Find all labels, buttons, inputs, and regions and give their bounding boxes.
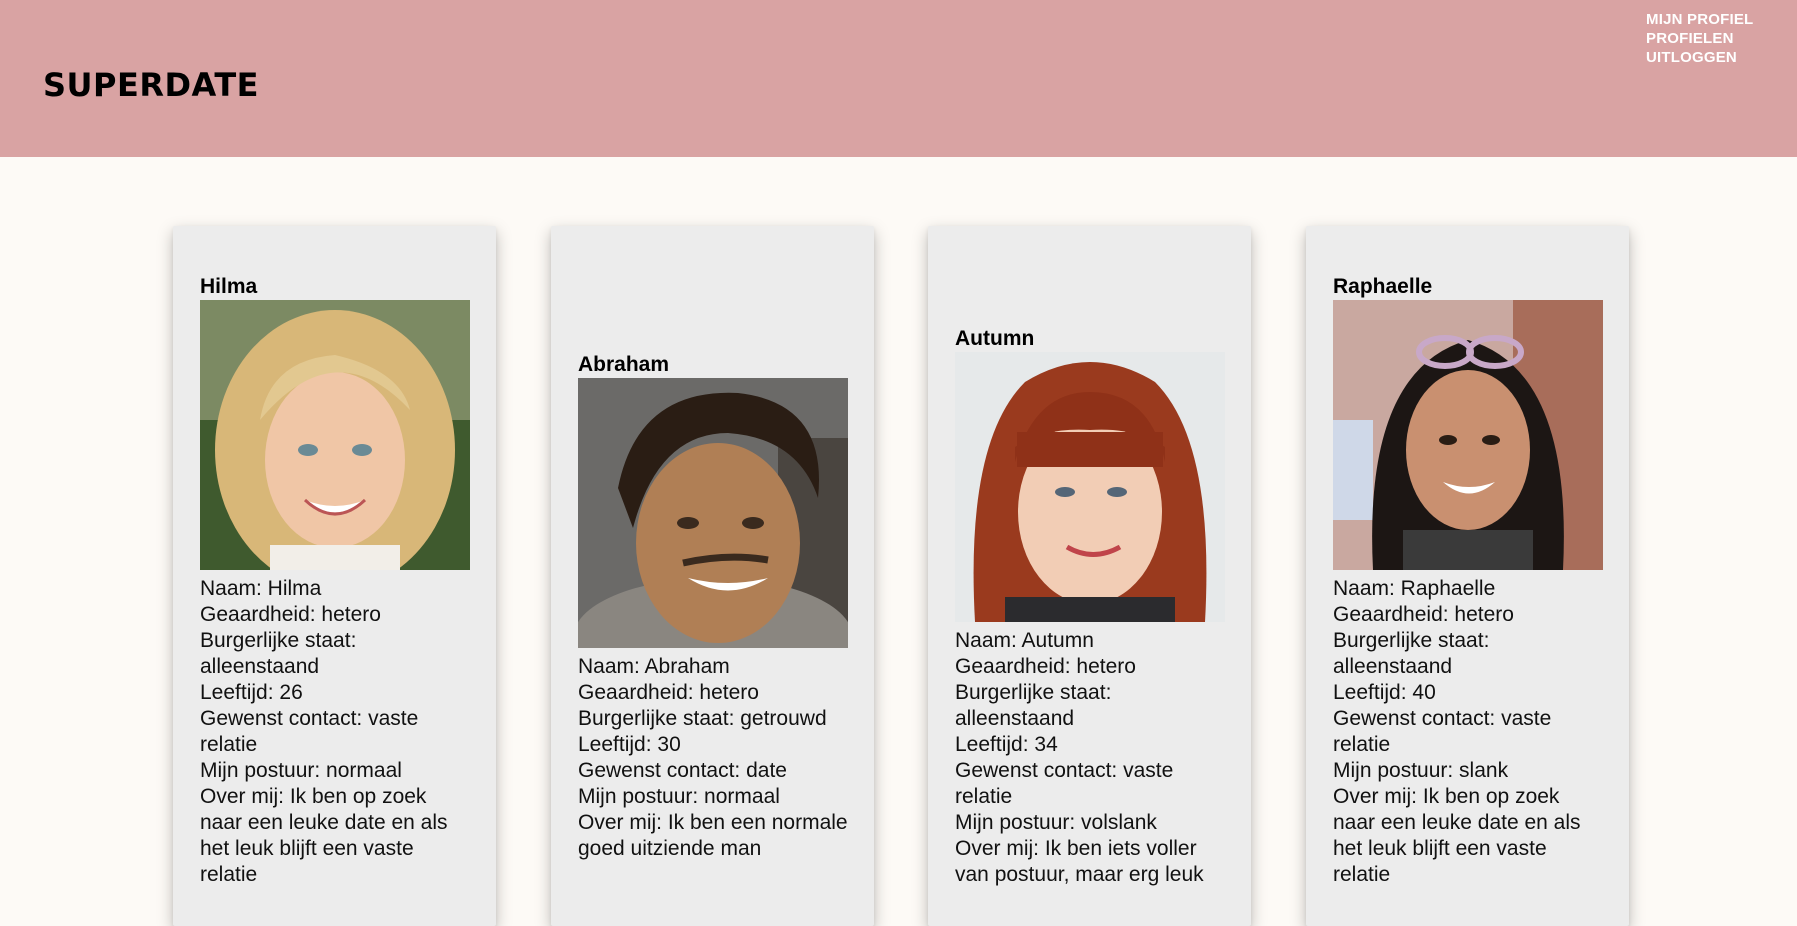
profile-photo[interactable]	[955, 352, 1225, 622]
profile-card-autumn[interactable]: Autumn Naam: Autumn Geaardheid: hetero B…	[928, 226, 1251, 926]
info-postuur: Mijn postuur: slank	[1333, 759, 1509, 782]
info-leeftijd: Leeftijd: 30	[578, 733, 681, 756]
profile-photo-dark-haired-woman-icon	[1333, 300, 1603, 570]
profile-photo[interactable]	[578, 378, 848, 648]
profile-card-hilma[interactable]: Hilma Naam: Hilma Geaardheid: hetero Bur…	[173, 226, 496, 926]
nav-mijn-profiel[interactable]: MIJN PROFIEL	[1646, 10, 1753, 29]
info-gewenst-contact: Gewenst contact: vaste relatie	[955, 759, 1174, 808]
info-burgerlijke-staat: Burgerlijke staat: alleenstaand	[1333, 629, 1490, 678]
profile-name: Hilma	[200, 275, 258, 298]
site-header: SUPERDATE MIJN PROFIEL PROFIELEN UITLOGG…	[0, 0, 1797, 157]
info-burgerlijke-staat: Burgerlijke staat: alleenstaand	[955, 681, 1112, 730]
info-gewenst-contact: Gewenst contact: date	[578, 759, 787, 782]
profile-name: Autumn	[955, 327, 1035, 350]
info-gewenst-contact: Gewenst contact: vaste relatie	[1333, 707, 1552, 756]
profile-photo-dark-haired-man-icon	[578, 378, 848, 648]
info-naam: Naam: Hilma	[200, 577, 322, 600]
info-postuur: Mijn postuur: normaal	[200, 759, 402, 782]
profile-info: Naam: Autumn Geaardheid: hetero Burgerli…	[955, 622, 1225, 888]
profile-info: Naam: Raphaelle Geaardheid: hetero Burge…	[1333, 570, 1603, 888]
profile-photo-blonde-woman-icon	[200, 300, 470, 570]
info-naam: Naam: Raphaelle	[1333, 577, 1496, 600]
info-over-mij: Over mij: Ik ben een normale goed uitzie…	[578, 811, 848, 860]
info-geaardheid: Geaardheid: hetero	[1333, 603, 1514, 626]
profile-info: Naam: Abraham Geaardheid: hetero Burgerl…	[578, 648, 848, 862]
profile-card-raphaelle[interactable]: Raphaelle Naam: Raphaelle Geaardheid: he…	[1306, 226, 1629, 926]
profile-photo-red-haired-woman-icon	[955, 352, 1225, 622]
main-nav: MIJN PROFIEL PROFIELEN UITLOGGEN	[1646, 10, 1753, 67]
info-leeftijd: Leeftijd: 40	[1333, 681, 1436, 704]
info-leeftijd: Leeftijd: 34	[955, 733, 1058, 756]
profile-info: Naam: Hilma Geaardheid: hetero Burgerlij…	[200, 570, 470, 888]
info-postuur: Mijn postuur: volslank	[955, 811, 1157, 834]
profile-name: Abraham	[578, 353, 670, 376]
info-leeftijd: Leeftijd: 26	[200, 681, 303, 704]
profile-card-abraham[interactable]: Abraham Naam: Abraham Geaardheid: hetero…	[551, 226, 874, 926]
info-over-mij: Over mij: Ik ben op zoek naar een leuke …	[200, 785, 448, 886]
brand-logo[interactable]: SUPERDATE	[43, 66, 259, 104]
profile-name: Raphaelle	[1333, 275, 1433, 298]
info-naam: Naam: Autumn	[955, 629, 1094, 652]
profile-photo[interactable]	[200, 300, 470, 570]
info-geaardheid: Geaardheid: hetero	[578, 681, 759, 704]
profile-photo[interactable]	[1333, 300, 1603, 570]
info-gewenst-contact: Gewenst contact: vaste relatie	[200, 707, 419, 756]
info-naam: Naam: Abraham	[578, 655, 730, 678]
nav-uitloggen[interactable]: UITLOGGEN	[1646, 48, 1753, 67]
info-over-mij: Over mij: Ik ben op zoek naar een leuke …	[1333, 785, 1581, 886]
info-geaardheid: Geaardheid: hetero	[200, 603, 381, 626]
info-over-mij: Over mij: Ik ben iets voller van postuur…	[955, 837, 1204, 886]
info-burgerlijke-staat: Burgerlijke staat: getrouwd	[578, 707, 827, 730]
info-geaardheid: Geaardheid: hetero	[955, 655, 1136, 678]
nav-profielen[interactable]: PROFIELEN	[1646, 29, 1753, 48]
info-postuur: Mijn postuur: normaal	[578, 785, 780, 808]
info-burgerlijke-staat: Burgerlijke staat: alleenstaand	[200, 629, 357, 678]
